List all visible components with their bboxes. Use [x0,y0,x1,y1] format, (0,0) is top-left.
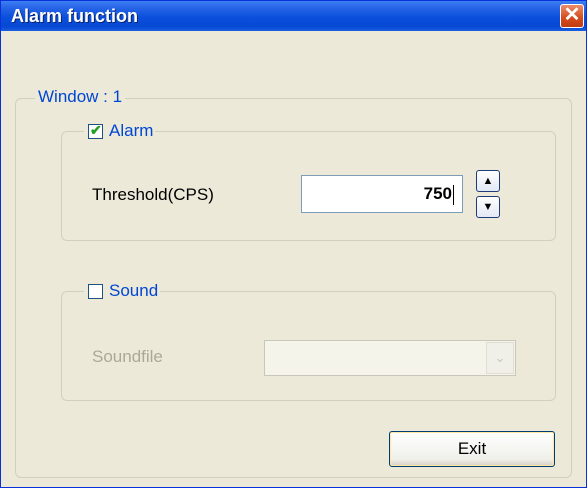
arrow-down-icon: ▼ [482,201,494,213]
threshold-value: 750 [423,184,452,203]
alarm-label: Alarm [107,121,156,140]
alarm-function-dialog: Alarm function ✕ Window : 1 ✔ Alarm Thre… [0,0,587,488]
soundfile-dropdown-button[interactable]: ⌄ [486,342,514,374]
threshold-spinner[interactable]: ▲ ▼ [476,170,500,218]
close-button[interactable]: ✕ [560,4,584,28]
threshold-label: Threshold(CPS) [92,185,214,204]
sound-checkbox[interactable] [88,284,103,299]
spin-up-button[interactable]: ▲ [476,170,500,192]
soundfile-label: Soundfile [92,347,163,366]
close-icon: ✕ [563,4,581,26]
threshold-input[interactable]: 750 [301,175,463,213]
exit-button[interactable]: Exit [389,431,555,467]
window-group-label: Window : 1 [35,87,126,107]
sound-checkbox-row[interactable]: Sound [84,281,161,301]
arrow-up-icon: ▲ [482,175,494,187]
chevron-down-icon: ⌄ [494,350,506,365]
title-bar[interactable]: Alarm function ✕ [1,1,586,31]
window-title: Alarm function [11,6,139,26]
alarm-checkbox[interactable]: ✔ [88,122,103,139]
sound-label: Sound [107,281,161,300]
soundfile-select[interactable]: ⌄ [264,340,516,376]
checkmark-icon: ✔ [90,122,102,138]
alarm-checkbox-row[interactable]: ✔ Alarm [84,121,156,141]
spin-down-button[interactable]: ▼ [476,196,500,218]
text-caret [453,184,454,205]
